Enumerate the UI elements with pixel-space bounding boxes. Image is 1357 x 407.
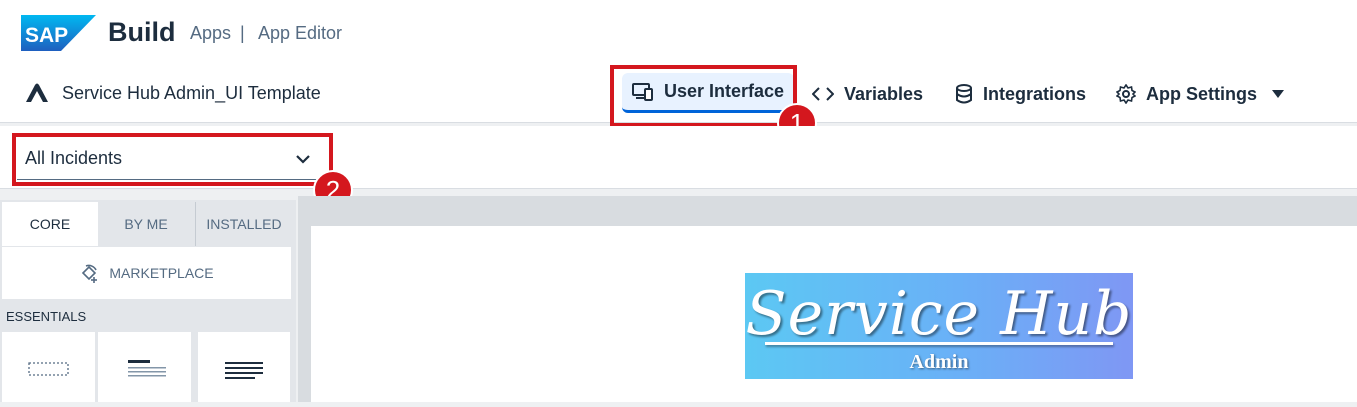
title-text-icon xyxy=(128,360,166,377)
sap-logo[interactable]: SAP xyxy=(21,15,96,51)
component-paragraph[interactable] xyxy=(198,332,290,402)
hero-underline xyxy=(765,342,1113,345)
tab-by-me[interactable]: BY ME xyxy=(98,202,194,246)
highlight-box-1 xyxy=(610,65,797,127)
breadcrumb-apps[interactable]: Apps xyxy=(190,23,231,44)
paragraph-icon xyxy=(225,362,263,379)
nav-app-settings[interactable]: App Settings xyxy=(1116,79,1285,109)
breadcrumb-separator: | xyxy=(240,23,245,43)
code-brackets-icon xyxy=(812,87,834,101)
component-title[interactable] xyxy=(98,332,191,402)
container-icon xyxy=(28,362,69,376)
nav-variables-label: Variables xyxy=(844,83,924,104)
marketplace-icon xyxy=(82,264,98,283)
nav-integrations[interactable]: Integrations xyxy=(955,79,1086,109)
caret-down-icon xyxy=(1272,90,1284,98)
marketplace-button[interactable]: MARKETPLACE xyxy=(2,247,291,299)
breadcrumb-app-editor: App Editor xyxy=(258,23,343,43)
tab-core[interactable]: CORE xyxy=(2,202,98,246)
gear-icon xyxy=(1116,84,1136,104)
project-logo-icon xyxy=(26,83,48,102)
marketplace-label: MARKETPLACE xyxy=(109,265,214,281)
hero-banner-image[interactable]: Service Hub Admin xyxy=(745,273,1133,379)
tab-installed[interactable]: INSTALLED xyxy=(196,202,292,246)
component-container[interactable] xyxy=(2,332,95,402)
nav-integrations-label: Integrations xyxy=(983,83,1087,104)
hero-title: Service Hub xyxy=(745,279,1133,349)
section-essentials: ESSENTIALS xyxy=(6,309,87,324)
database-icon xyxy=(956,84,972,104)
highlight-box-2 xyxy=(12,133,333,186)
hero-subtitle: Admin xyxy=(909,351,969,373)
nav-variables[interactable]: Variables xyxy=(812,79,923,109)
nav-app-settings-label: App Settings xyxy=(1146,83,1257,104)
project-name[interactable]: Service Hub Admin_UI Template xyxy=(62,83,321,104)
product-title: Build xyxy=(108,17,176,47)
svg-text:SAP: SAP xyxy=(25,24,68,47)
